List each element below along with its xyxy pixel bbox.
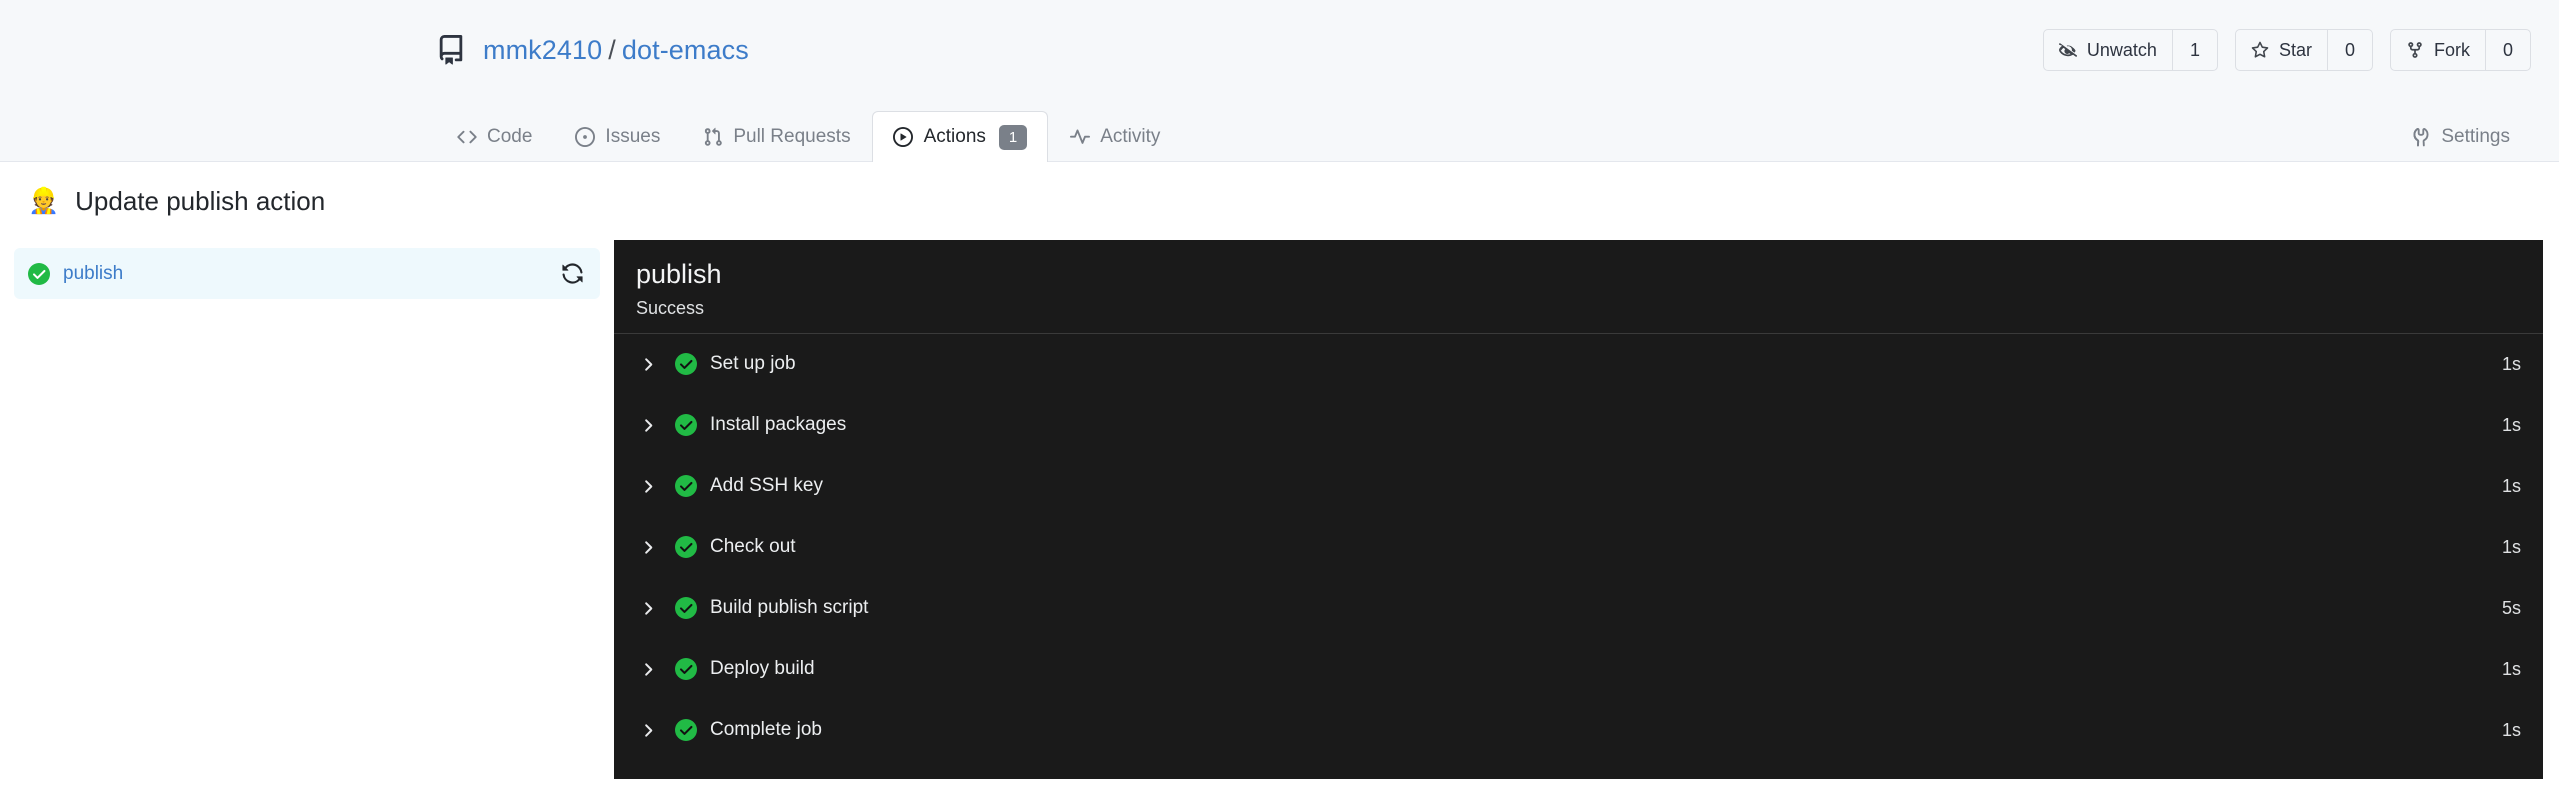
sidebar-item-publish[interactable]: publish xyxy=(14,248,600,299)
chevron-right-icon[interactable] xyxy=(640,356,656,372)
fork-label: Fork xyxy=(2433,39,2470,60)
rerun-sync-icon[interactable] xyxy=(560,262,584,286)
repo-name-link[interactable]: dot-emacs xyxy=(622,35,749,65)
check-circle-icon xyxy=(675,536,697,559)
run-title-row: 👷 Update publish action xyxy=(0,162,2559,240)
chevron-right-icon[interactable] xyxy=(640,539,656,555)
play-circle-icon xyxy=(893,127,914,148)
eye-slash-icon xyxy=(2059,41,2078,60)
step-duration: 1s xyxy=(2501,414,2521,435)
check-circle-icon xyxy=(675,597,697,620)
step-row[interactable]: Check out 1s xyxy=(614,517,2543,578)
step-row[interactable]: Set up job 1s xyxy=(614,334,2543,395)
step-label: Check out xyxy=(710,536,796,558)
step-row[interactable]: Complete job 1s xyxy=(614,700,2543,761)
step-label: Install packages xyxy=(710,414,847,436)
tab-code[interactable]: Code xyxy=(435,111,553,162)
check-circle-icon xyxy=(675,719,697,742)
page-title: Update publish action xyxy=(75,185,326,216)
code-icon xyxy=(456,127,477,148)
step-duration: 1s xyxy=(2501,658,2521,679)
job-log-title: publish xyxy=(636,259,722,289)
wrench-icon xyxy=(2410,127,2431,148)
chevron-right-icon[interactable] xyxy=(640,661,656,677)
chevron-right-icon[interactable] xyxy=(640,478,656,494)
check-circle-icon xyxy=(675,475,697,498)
step-duration: 1s xyxy=(2501,719,2521,740)
check-circle-icon xyxy=(28,262,50,285)
step-row[interactable]: Build publish script 5s xyxy=(614,578,2543,639)
git-pull-request-icon xyxy=(702,127,723,148)
star-button[interactable]: Star xyxy=(2236,30,2327,70)
job-log-panel: publish Success Set up job 1s Install pa… xyxy=(614,240,2543,779)
sidebar-item-publish-label: publish xyxy=(63,262,124,284)
fork-button[interactable]: Fork xyxy=(2391,30,2485,70)
tab-pull-requests-label: Pull Requests xyxy=(733,126,851,147)
star-button-group[interactable]: Star 0 xyxy=(2234,29,2373,71)
step-row[interactable]: Install packages 1s xyxy=(614,395,2543,456)
check-circle-icon xyxy=(675,658,697,681)
repo-owner-link[interactable]: mmk2410 xyxy=(483,35,602,65)
tab-code-label: Code xyxy=(487,126,533,147)
tab-issues-label: Issues xyxy=(605,126,661,147)
step-label: Deploy build xyxy=(710,658,815,680)
job-log-header: publish Success xyxy=(614,240,2543,333)
tab-actions[interactable]: Actions 1 xyxy=(871,111,1049,162)
chevron-right-icon[interactable] xyxy=(640,722,656,738)
unwatch-button[interactable]: Unwatch xyxy=(2044,30,2172,70)
chevron-right-icon[interactable] xyxy=(640,417,656,433)
tab-actions-badge: 1 xyxy=(998,124,1028,150)
step-label: Set up job xyxy=(710,353,796,375)
tab-settings-label: Settings xyxy=(2441,126,2510,147)
repo-path-separator: / xyxy=(608,34,616,65)
step-duration: 5s xyxy=(2501,597,2521,618)
construction-worker-emoji-icon: 👷 xyxy=(28,186,60,215)
step-duration: 1s xyxy=(2501,536,2521,557)
step-row[interactable]: Add SSH key 1s xyxy=(614,456,2543,517)
jobs-sidebar: publish xyxy=(0,240,614,299)
repo-title-row: mmk2410/dot-emacs Unwatch 1 Star 0 Fork … xyxy=(0,0,2559,100)
step-list: Set up job 1s Install packages 1s Add SS… xyxy=(614,334,2543,761)
star-count[interactable]: 0 xyxy=(2326,30,2372,70)
step-label: Build publish script xyxy=(710,597,869,619)
tab-actions-label: Actions xyxy=(923,126,986,147)
issue-opened-icon xyxy=(574,127,595,148)
repo-book-icon xyxy=(435,34,467,66)
pulse-icon xyxy=(1069,127,1090,148)
step-duration: 1s xyxy=(2501,353,2521,374)
fork-button-group[interactable]: Fork 0 xyxy=(2389,29,2531,71)
check-circle-icon xyxy=(675,414,697,437)
step-row[interactable]: Deploy build 1s xyxy=(614,639,2543,700)
tab-pull-requests[interactable]: Pull Requests xyxy=(681,111,871,162)
step-label: Add SSH key xyxy=(710,475,823,497)
tab-issues[interactable]: Issues xyxy=(553,111,681,162)
step-duration: 1s xyxy=(2501,475,2521,496)
star-icon xyxy=(2251,41,2270,60)
tab-activity-label: Activity xyxy=(1100,126,1161,147)
watch-count[interactable]: 1 xyxy=(2171,30,2217,70)
watch-button-group[interactable]: Unwatch 1 xyxy=(2042,29,2218,71)
repo-breadcrumb: mmk2410/dot-emacs xyxy=(483,35,749,66)
run-body: publish publish Success Set up job 1s In… xyxy=(0,240,2559,789)
unwatch-label: Unwatch xyxy=(2086,39,2157,60)
job-status-text: Success xyxy=(636,297,705,318)
check-circle-icon xyxy=(675,353,697,376)
tab-settings[interactable]: Settings xyxy=(2389,111,2531,162)
repo-nav-tabs: Code Issues Pull Requests Actions 1 Acti… xyxy=(0,100,2559,162)
tab-activity[interactable]: Activity xyxy=(1048,111,1181,162)
step-label: Complete job xyxy=(710,719,822,741)
repo-header: mmk2410/dot-emacs Unwatch 1 Star 0 Fork … xyxy=(0,0,2559,162)
fork-count[interactable]: 0 xyxy=(2484,30,2530,70)
repo-actions: Unwatch 1 Star 0 Fork 0 xyxy=(2042,29,2531,71)
star-label: Star xyxy=(2278,39,2312,60)
chevron-right-icon[interactable] xyxy=(640,600,656,616)
fork-icon xyxy=(2406,41,2425,60)
